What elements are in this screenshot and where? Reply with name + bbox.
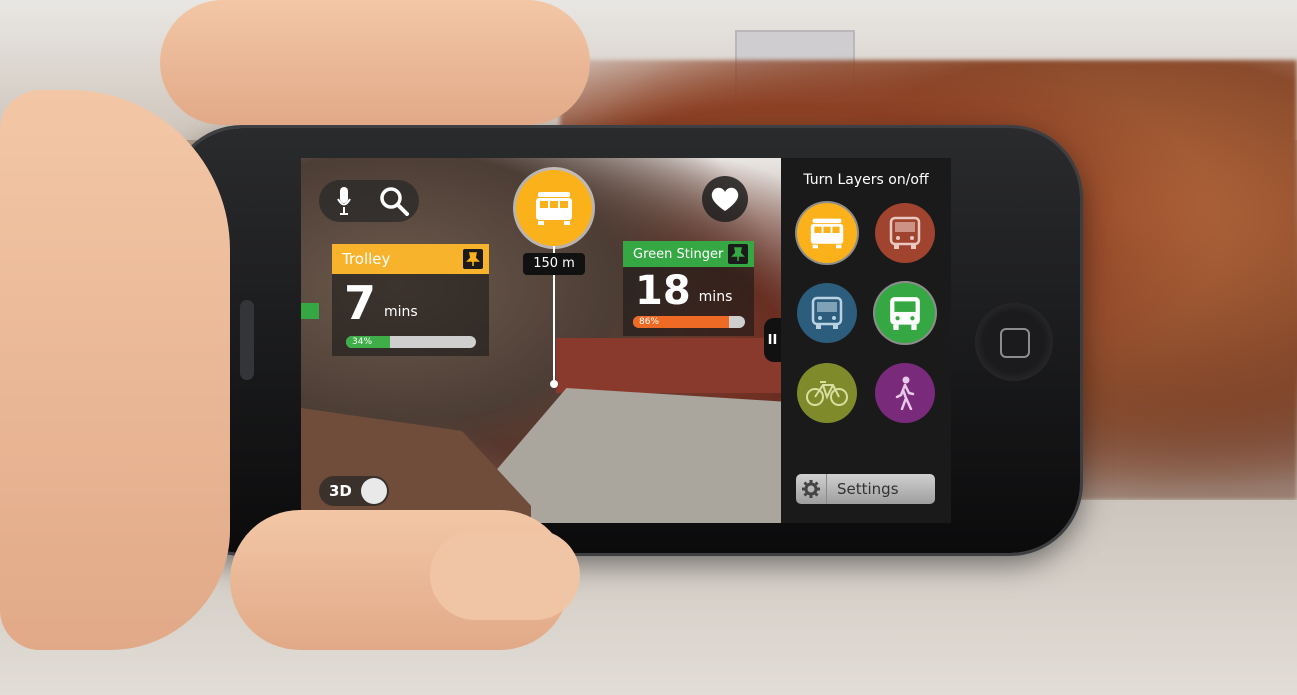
pin-icon[interactable] xyxy=(463,249,483,269)
bus-icon xyxy=(811,296,843,329)
microphone-icon[interactable] xyxy=(337,186,351,216)
trolley-icon xyxy=(810,218,844,249)
layer-toggle-bike[interactable] xyxy=(797,363,857,423)
toggle-3d-label: 3D xyxy=(329,482,352,500)
bus-icon xyxy=(890,297,920,330)
arrival-minutes: 7 xyxy=(344,276,377,330)
card-title: Green Stinger xyxy=(633,246,724,262)
pause-icon[interactable]: II xyxy=(764,318,781,362)
layers-title: Turn Layers on/off xyxy=(803,172,929,188)
progress-fill: 34% xyxy=(346,336,391,348)
trolley-marker[interactable] xyxy=(516,170,592,246)
minutes-label: mins xyxy=(384,304,418,320)
progress-bar: 34% xyxy=(346,336,476,348)
gear-icon xyxy=(796,474,827,504)
settings-button[interactable]: Settings xyxy=(796,474,935,504)
layer-toggle-trolley[interactable] xyxy=(797,203,857,263)
app-screen: 150 m Trolley 7 mins 34% Green Stinger 1… xyxy=(301,158,951,523)
bicycle-icon xyxy=(806,381,848,406)
favorite-button[interactable] xyxy=(702,176,748,222)
home-button-icon xyxy=(1000,328,1030,358)
layers-panel: Turn Layers on/off Settings xyxy=(781,158,951,523)
progress-bar: 86% xyxy=(633,316,745,328)
hand-palm xyxy=(0,90,230,650)
progress-fill: 86% xyxy=(633,316,730,328)
layer-toggle-bus-blue[interactable] xyxy=(797,283,857,343)
arrival-minutes: 18 xyxy=(635,268,691,314)
settings-label: Settings xyxy=(837,480,899,498)
search-icon[interactable] xyxy=(379,186,409,216)
marker-distance: 150 m xyxy=(523,253,585,275)
marker-ground-dot xyxy=(550,380,558,388)
card-title: Trolley xyxy=(342,250,391,268)
phone-speaker xyxy=(240,300,254,380)
offscreen-card-edge[interactable] xyxy=(301,303,319,319)
pedestrian-icon xyxy=(895,376,915,410)
arrival-card-green-stinger[interactable]: Green Stinger 18 mins 86% xyxy=(623,241,754,336)
scene-building xyxy=(556,338,781,393)
ar-camera-view: 150 m Trolley 7 mins 34% Green Stinger 1… xyxy=(301,158,781,523)
pin-icon[interactable] xyxy=(728,244,748,264)
heart-icon xyxy=(711,187,739,211)
hand-fingers-top xyxy=(160,0,590,125)
bus-icon xyxy=(889,216,921,249)
layer-toggle-bus-red[interactable] xyxy=(875,203,935,263)
arrival-card-trolley[interactable]: Trolley 7 mins 34% xyxy=(332,244,489,356)
layer-toggle-bus-green[interactable] xyxy=(875,283,935,343)
toggle-3d[interactable]: 3D xyxy=(319,476,389,506)
layer-toggle-walk[interactable] xyxy=(875,363,935,423)
trolley-icon xyxy=(536,192,572,225)
minutes-label: mins xyxy=(698,289,733,305)
toggle-knob xyxy=(361,478,387,504)
hand-thumb-tip xyxy=(430,530,580,620)
